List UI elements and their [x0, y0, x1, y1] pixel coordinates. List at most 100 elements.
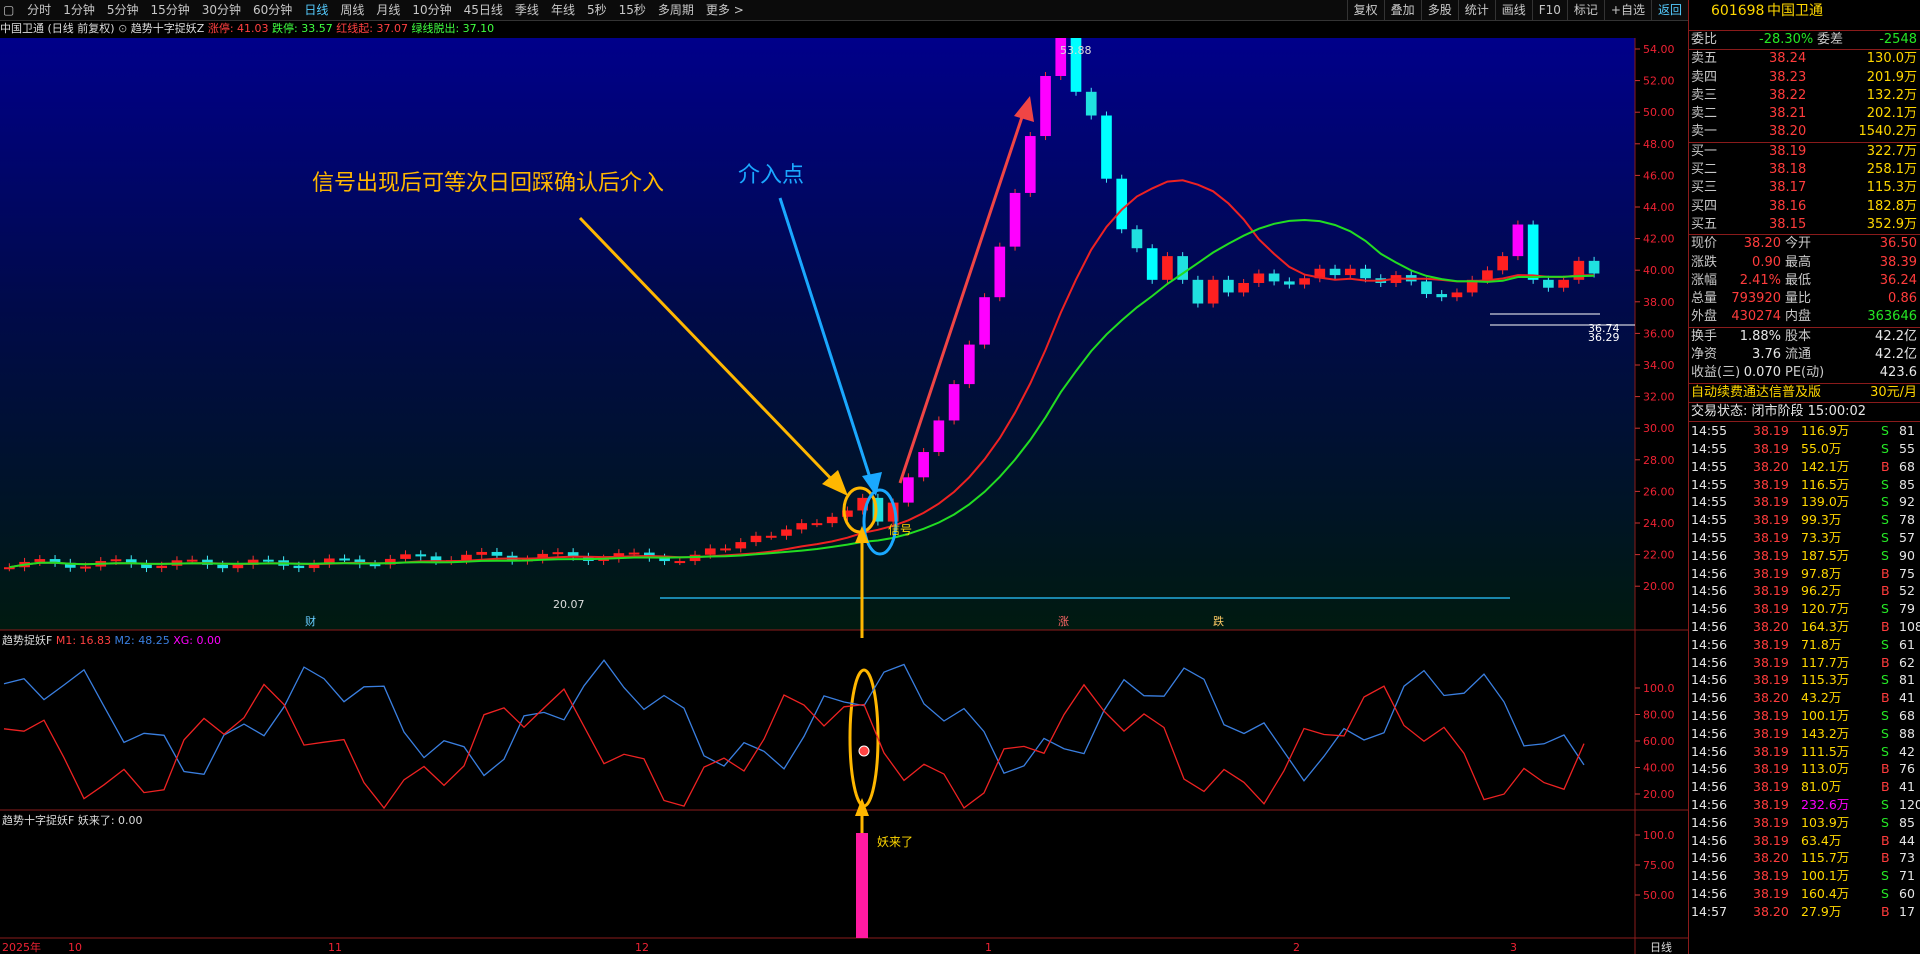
period-tab[interactable]: 月线 — [370, 0, 406, 20]
indicator-name[interactable]: 趋势十字捉妖Z — [131, 22, 205, 35]
trade-time: 14:56 — [1691, 636, 1728, 652]
tool-button[interactable]: 画线 — [1494, 0, 1532, 20]
period-tab[interactable]: 5秒 — [581, 0, 613, 20]
period-tab[interactable]: 15秒 — [613, 0, 652, 20]
weibi-row: 委比 -28.30% 委差 -2548 — [1689, 31, 1920, 49]
bid-row[interactable]: 买一 38.19 322.7万 — [1689, 143, 1920, 161]
trade-time: 14:55 — [1691, 512, 1728, 528]
trade-time: 14:56 — [1691, 707, 1728, 723]
candle-body — [1558, 279, 1569, 288]
right-tag-2: 36.29 — [1588, 331, 1620, 344]
ask-row[interactable]: 卖五 38.24 130.0万 — [1689, 50, 1920, 68]
stat-row[interactable]: 涨跌 0.90 最高 38.39 — [1689, 254, 1920, 272]
green-line-value: 绿线脱出: 37.10 — [411, 22, 495, 35]
trade-row: 14:55 38.19 99.3万 S 78 — [1689, 511, 1920, 529]
stat-row[interactable]: 外盘 430274 内盘 363646 — [1689, 308, 1920, 326]
trade-time: 14:55 — [1691, 494, 1728, 510]
ask-row[interactable]: 卖一 38.20 1540.2万 — [1689, 123, 1920, 141]
ask-row[interactable]: 卖二 38.21 202.1万 — [1689, 105, 1920, 123]
period-tab[interactable]: 5分钟 — [101, 0, 145, 20]
tool-button[interactable]: 复权 — [1346, 0, 1384, 20]
axis-tick-label: 34.00 — [1643, 359, 1675, 372]
event-label-die[interactable]: 跌 — [1213, 614, 1224, 628]
period-tab[interactable]: 1分钟 — [57, 0, 101, 20]
candle-body — [674, 561, 686, 564]
ad-price[interactable]: 30元/月 — [1870, 384, 1917, 402]
trade-count: 41 — [1899, 779, 1915, 795]
stat-row[interactable]: 收益(三) 0.070 PE(动) 423.6 — [1689, 364, 1920, 382]
bid-row[interactable]: 买五 38.15 352.9万 — [1689, 216, 1920, 234]
period-tab[interactable]: 30分钟 — [196, 0, 247, 20]
tool-button[interactable]: 叠加 — [1383, 0, 1421, 20]
trade-row: 14:56 38.19 232.6万 S 120 — [1689, 796, 1920, 814]
period-tab[interactable]: 60分钟 — [247, 0, 298, 20]
tool-button[interactable]: 标记 — [1566, 0, 1604, 20]
ask-row[interactable]: 卖三 38.22 132.2万 — [1689, 87, 1920, 105]
trade-volume: 139.0万 — [1801, 494, 1850, 510]
period-tab[interactable]: 15分钟 — [144, 0, 195, 20]
bid-row[interactable]: 买二 38.18 258.1万 — [1689, 161, 1920, 179]
period-tab[interactable]: 45日线 — [458, 0, 509, 20]
period-tab[interactable]: 日线 — [298, 0, 334, 20]
settings-icon[interactable]: ⊙ — [118, 22, 131, 35]
candle-body — [461, 554, 472, 561]
stat-value: 3.76 — [1752, 347, 1781, 363]
chart-title: 中国卫通 (日线 前复权) — [0, 22, 115, 35]
period-tab[interactable]: 分时 — [21, 0, 57, 20]
trade-price: 38.20 — [1753, 850, 1789, 866]
stat-row[interactable]: 净资 3.76 流通 42.2亿 — [1689, 346, 1920, 364]
tool-button[interactable]: 返回 — [1650, 0, 1688, 20]
window-icon[interactable]: ▢ — [0, 0, 17, 20]
ask-volume: 132.2万 — [1866, 87, 1917, 103]
ad-row[interactable]: 自动续费通达信普及版 30元/月 — [1689, 384, 1920, 402]
period-tab[interactable]: 周线 — [334, 0, 370, 20]
axis-tick-label: 44.00 — [1643, 201, 1675, 214]
tool-button[interactable]: +自选 — [1603, 0, 1651, 20]
trade-side: S — [1881, 672, 1889, 688]
stat-row[interactable]: 总量 793920 量比 0.86 — [1689, 290, 1920, 308]
stat-label: 总量 — [1691, 291, 1718, 307]
trade-row: 14:55 38.19 55.0万 S 55 — [1689, 440, 1920, 458]
trade-time: 14:55 — [1691, 530, 1728, 546]
trade-volume: 120.7万 — [1801, 601, 1850, 617]
sub2-title[interactable]: 趋势十字捉妖F — [2, 814, 74, 827]
bid-row[interactable]: 买三 38.17 115.3万 — [1689, 179, 1920, 197]
trade-price: 38.19 — [1753, 868, 1789, 884]
period-tab[interactable]: 更多 > — [700, 0, 750, 20]
period-tab[interactable]: 年线 — [545, 0, 581, 20]
trade-price: 38.19 — [1753, 654, 1789, 670]
candle-body — [1284, 281, 1295, 285]
trade-price: 38.19 — [1753, 494, 1789, 510]
candle-body — [796, 523, 808, 530]
stat-row[interactable]: 涨幅 2.41% 最低 36.24 — [1689, 272, 1920, 290]
candle-body — [293, 565, 305, 569]
event-label-zhang[interactable]: 涨 — [1058, 615, 1069, 628]
tool-button[interactable]: 统计 — [1457, 0, 1495, 20]
sub1-title[interactable]: 趋势捉妖F — [2, 634, 52, 647]
stat-value: 2.41% — [1739, 272, 1781, 288]
trade-row: 14:56 38.19 100.1万 S 71 — [1689, 867, 1920, 885]
trade-count: 68 — [1899, 707, 1915, 723]
trade-time: 14:56 — [1691, 672, 1728, 688]
bid-label: 买三 — [1691, 180, 1718, 196]
tool-button[interactable]: 多股 — [1420, 0, 1458, 20]
trade-time: 14:56 — [1691, 654, 1728, 670]
trade-row: 14:55 38.19 139.0万 S 92 — [1689, 493, 1920, 511]
period-tab[interactable]: 10分钟 — [406, 0, 457, 20]
stat-row[interactable]: 现价 38.20 今开 36.50 — [1689, 235, 1920, 253]
candle-body — [811, 523, 823, 526]
period-tab[interactable]: 季线 — [509, 0, 545, 20]
stat-row[interactable]: 换手 1.88% 股本 42.2亿 — [1689, 328, 1920, 346]
bid-row[interactable]: 买四 38.16 182.8万 — [1689, 198, 1920, 216]
ask-row[interactable]: 卖四 38.23 201.9万 — [1689, 69, 1920, 87]
axis-tick-label: 100.0 — [1643, 682, 1675, 695]
trade-side: B — [1881, 565, 1890, 581]
tool-button[interactable]: F10 — [1531, 0, 1567, 20]
period-tab[interactable]: 多周期 — [652, 0, 700, 20]
candle-body — [1238, 282, 1249, 293]
trade-price: 38.19 — [1753, 476, 1789, 492]
event-label-cai[interactable]: 财 — [305, 614, 316, 628]
ad-text[interactable]: 自动续费通达信普及版 — [1691, 384, 1821, 402]
bottom-period-label: 日线 — [1650, 940, 1672, 954]
trade-row: 14:55 38.19 116.5万 S 85 — [1689, 476, 1920, 494]
